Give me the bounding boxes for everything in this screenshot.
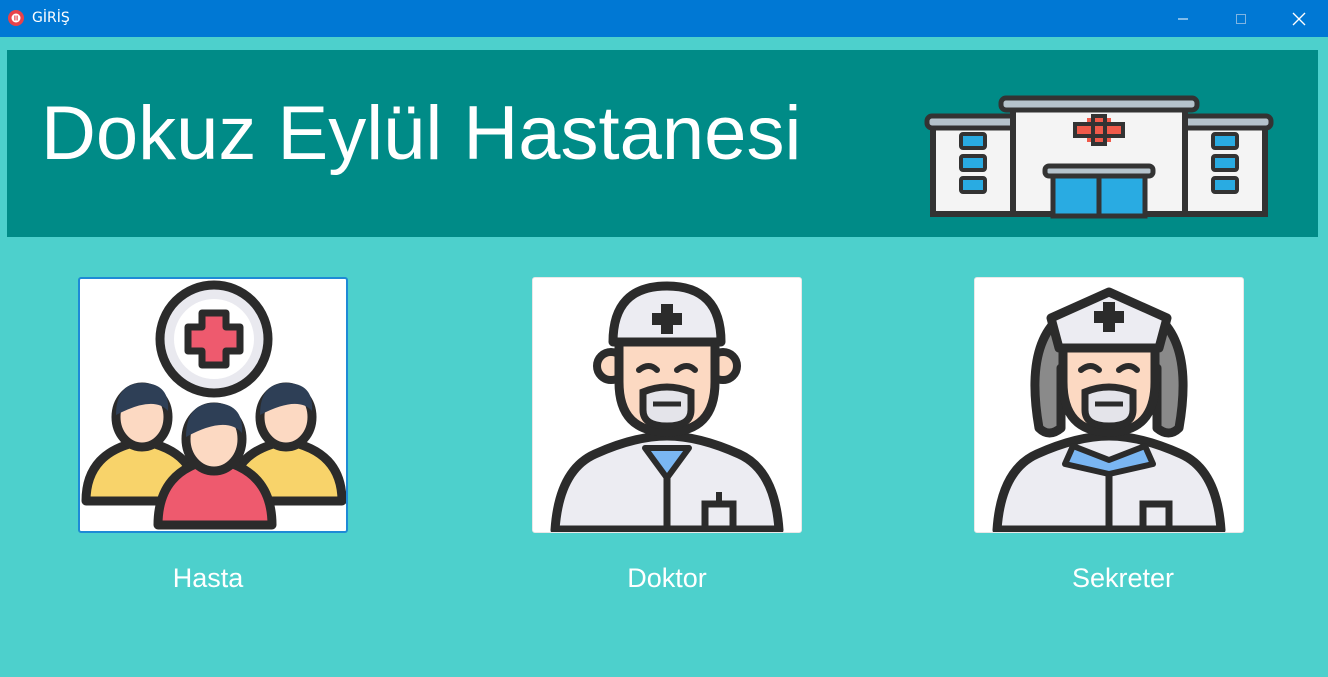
app-icon [7,9,25,27]
hospital-icon [924,95,1274,219]
doctor-label: Doktor [627,563,707,593]
minimize-icon [1178,18,1188,19]
patient-label: Hasta [172,563,244,593]
close-icon [1292,12,1306,25]
minimize-button[interactable] [1154,0,1212,37]
secretary-label: Sekreter [1071,563,1175,593]
doctor-icon [550,281,784,532]
secretary-icon [992,287,1226,532]
page-title: Dokuz Eylül Hastanesi [41,91,802,176]
title-bar: GİRİŞ [0,0,1328,37]
header-banner: Dokuz Eylül Hastanesi [7,50,1318,237]
patients-icon [81,280,346,530]
close-button[interactable] [1270,0,1328,37]
secretary-button[interactable] [974,277,1244,533]
window-client: Dokuz Eylül Hastanesi Hasta Doktor Sekre… [0,37,1328,677]
window-title: GİRİŞ [32,10,70,26]
patient-button[interactable] [78,277,348,533]
doctor-button[interactable] [532,277,802,533]
maximize-button[interactable] [1212,0,1270,37]
maximize-icon [1236,13,1246,24]
